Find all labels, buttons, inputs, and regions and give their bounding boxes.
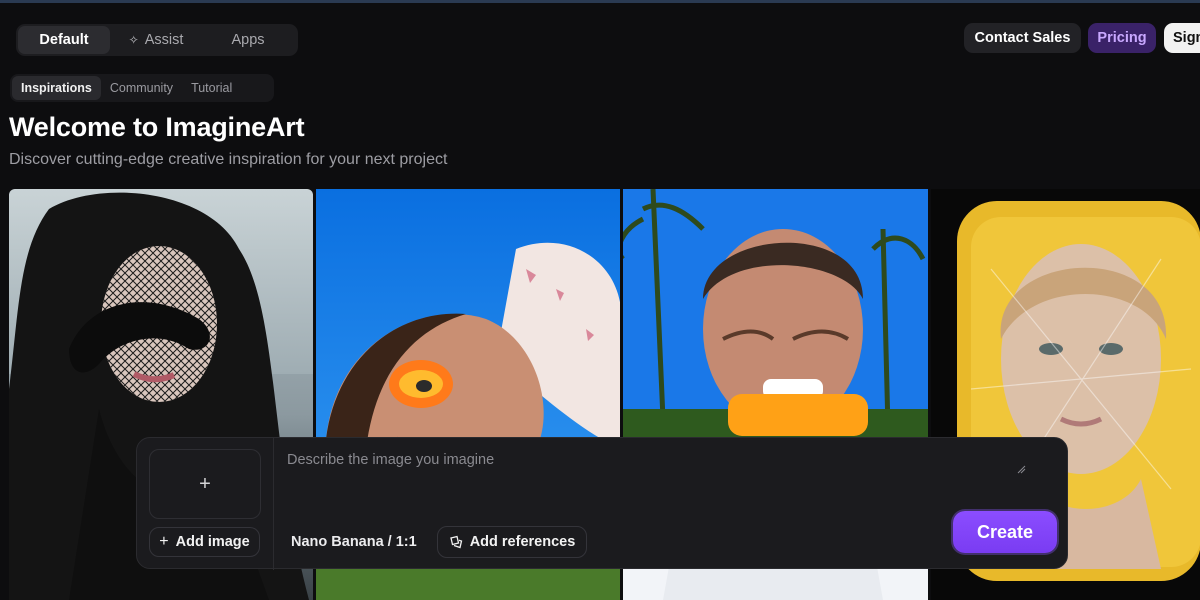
mode-default-label: Default [39, 32, 89, 48]
mode-assist-tab[interactable]: ✧ Assist [110, 26, 202, 54]
sparkle-icon: ✧ [128, 33, 139, 47]
resize-handle-icon[interactable] [1017, 465, 1026, 474]
mode-apps-tab[interactable]: Apps [202, 26, 294, 54]
add-image-button[interactable]: + Add image [149, 527, 260, 557]
contact-sales-button[interactable]: Contact Sales [964, 23, 1081, 53]
sign-in-button[interactable]: Sign [1164, 23, 1200, 53]
panel-divider [273, 438, 274, 570]
prompt-input[interactable] [287, 452, 1027, 492]
add-references-button[interactable]: Add references [437, 526, 587, 558]
mode-apps-label: Apps [231, 32, 265, 48]
prompt-panel: + + Add image Nano Banana / 1:1 Add refe… [136, 437, 1068, 570]
mode-switch: Default ✧ Assist Apps [16, 24, 298, 56]
page-subtitle: Discover cutting-edge creative inspirati… [9, 151, 448, 168]
references-icon [449, 535, 462, 549]
gallery-tabs: Inspirations Community Tutorial [10, 74, 274, 102]
tab-tutorial[interactable]: Tutorial [182, 76, 241, 100]
create-button[interactable]: Create [953, 511, 1057, 553]
add-image-label: Add image [175, 534, 250, 550]
mode-assist-label: Assist [144, 32, 184, 48]
mode-default-tab[interactable]: Default [18, 26, 110, 54]
pricing-button[interactable]: Pricing [1088, 23, 1156, 53]
image-upload-dropzone[interactable]: + [149, 449, 261, 519]
window-top-border [0, 0, 1200, 3]
add-references-label: Add references [469, 534, 576, 550]
model-selector[interactable]: Nano Banana / 1:1 [291, 529, 417, 555]
plus-icon: + [199, 473, 211, 495]
tab-inspirations[interactable]: Inspirations [12, 76, 101, 100]
plus-icon: + [159, 533, 169, 550]
page-title: Welcome to ImagineArt [9, 112, 305, 142]
tab-community[interactable]: Community [101, 76, 182, 100]
